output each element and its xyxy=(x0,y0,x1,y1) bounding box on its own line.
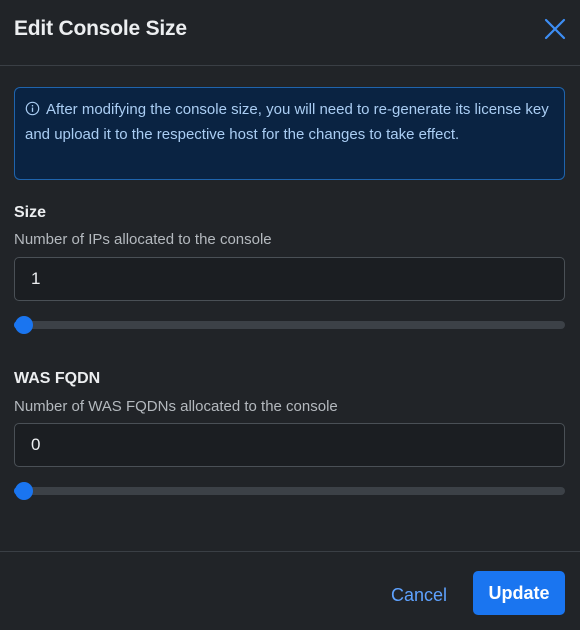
size-input[interactable] xyxy=(14,257,565,301)
was-fqdn-input[interactable] xyxy=(14,423,565,467)
close-icon xyxy=(544,18,566,40)
close-button[interactable] xyxy=(540,14,570,44)
was-fqdn-slider[interactable] xyxy=(14,481,565,501)
info-circle-icon xyxy=(25,101,40,116)
was-fqdn-help-text: Number of WAS FQDNs allocated to the con… xyxy=(14,398,338,415)
size-slider-track xyxy=(14,321,565,329)
was-fqdn-slider-thumb[interactable] xyxy=(15,482,33,500)
info-message: After modifying the console size, you wi… xyxy=(25,101,549,143)
dialog-footer: Cancel Update xyxy=(0,551,580,630)
size-label: Size xyxy=(14,204,47,221)
was-fqdn-slider-track xyxy=(14,487,565,495)
size-slider-thumb[interactable] xyxy=(15,316,33,334)
edit-console-size-dialog: Edit Console Size After modifying the co… xyxy=(0,0,580,630)
dialog-title: Edit Console Size xyxy=(14,17,187,40)
was-fqdn-label: WAS FQDN xyxy=(14,370,101,387)
dialog-header: Edit Console Size xyxy=(0,0,580,66)
size-help-text: Number of IPs allocated to the console xyxy=(14,231,272,248)
size-slider[interactable] xyxy=(14,315,565,335)
info-alert: After modifying the console size, you wi… xyxy=(14,87,565,180)
cancel-button[interactable]: Cancel xyxy=(379,573,459,617)
update-button[interactable]: Update xyxy=(473,571,565,615)
